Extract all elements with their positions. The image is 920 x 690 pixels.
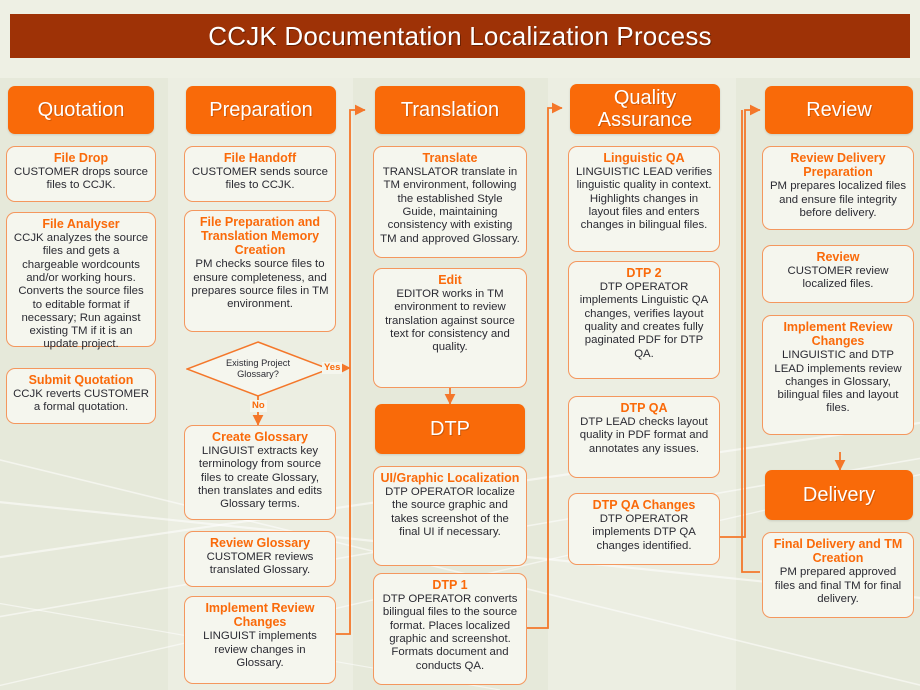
step-card-file-handoff[interactable]: File Handoff CUSTOMER sends source files… bbox=[184, 146, 336, 202]
card-body: PM prepared approved files and final TM … bbox=[774, 566, 902, 605]
card-heading: UI/Graphic Localization bbox=[380, 471, 520, 485]
step-card-final-delivery-tm-creation[interactable]: Final Delivery and TM Creation PM prepar… bbox=[762, 532, 914, 618]
diagram-canvas: CCJK Documentation Localization Process … bbox=[0, 0, 920, 690]
card-body: DTP LEAD checks layout quality in PDF fo… bbox=[579, 416, 709, 455]
card-body: TRANSLATOR translate in TM environment, … bbox=[380, 166, 520, 245]
card-heading: Translate bbox=[422, 151, 478, 165]
step-card-translate[interactable]: Translate TRANSLATOR translate in TM env… bbox=[373, 146, 527, 258]
card-body: CCJK reverts CUSTOMER a formal quotation… bbox=[13, 388, 149, 414]
decision-text: Existing Project Glossary? bbox=[186, 341, 330, 397]
edge-label-yes: Yes bbox=[322, 362, 343, 374]
card-heading: Create Glossary bbox=[212, 430, 308, 444]
card-heading: Implement Review Changes bbox=[783, 320, 893, 349]
phase-header-delivery[interactable]: Delivery bbox=[765, 470, 913, 520]
phase-label: Quotation bbox=[37, 98, 125, 121]
phase-label: DTP bbox=[430, 417, 470, 440]
step-card-implement-review-changes-review[interactable]: Implement Review Changes LINGUISTIC and … bbox=[762, 315, 914, 435]
card-body: CUSTOMER sends source files to CCJK. bbox=[192, 166, 328, 192]
phase-label: Translation bbox=[400, 98, 500, 121]
card-body: DTP OPERATOR implements Linguistic QA ch… bbox=[579, 281, 709, 360]
card-heading: DTP 2 bbox=[626, 266, 662, 280]
phase-label: Quality Assurance bbox=[597, 86, 693, 131]
card-body: LINGUIST implements review changes in Gl… bbox=[203, 630, 317, 669]
card-body: CUSTOMER drops source files to CCJK. bbox=[14, 166, 148, 192]
phase-label: Preparation bbox=[209, 98, 313, 121]
card-body: DTP OPERATOR implements DTP QA changes i… bbox=[592, 513, 696, 552]
step-card-dtp-qa-changes[interactable]: DTP QA Changes DTP OPERATOR implements D… bbox=[568, 493, 720, 565]
card-heading: File Analyser bbox=[42, 217, 120, 231]
step-card-dtp-2[interactable]: DTP 2 DTP OPERATOR implements Linguistic… bbox=[568, 261, 720, 379]
card-body: DTP OPERATOR converts bilingual files to… bbox=[382, 593, 518, 672]
step-card-file-preparation-tm-creation[interactable]: File Preparation and Translation Memory … bbox=[184, 210, 336, 332]
page-title: CCJK Documentation Localization Process bbox=[208, 20, 712, 51]
edge-label-no: No bbox=[250, 400, 267, 412]
card-heading: Review Glossary bbox=[209, 536, 311, 550]
card-heading: File Preparation and Translation Memory … bbox=[199, 215, 321, 258]
step-card-review[interactable]: Review CUSTOMER review localized files. bbox=[762, 245, 914, 303]
step-card-submit-quotation[interactable]: Submit Quotation CCJK reverts CUSTOMER a… bbox=[6, 368, 156, 424]
card-body: DTP OPERATOR localize the source graphic… bbox=[385, 486, 515, 538]
decision-line-1: Existing Project bbox=[225, 357, 291, 368]
card-heading: DTP 1 bbox=[432, 578, 468, 592]
phase-header-preparation[interactable]: Preparation bbox=[186, 86, 336, 134]
phase-label: Delivery bbox=[802, 483, 876, 506]
card-body: LINGUISTIC and DTP LEAD implements revie… bbox=[774, 349, 902, 415]
card-heading: Linguistic QA bbox=[603, 151, 685, 165]
card-body: LINGUIST extracts key terminology from s… bbox=[197, 445, 323, 511]
phase-label: Review bbox=[806, 98, 872, 121]
card-body: CCJK analyzes the source files and gets … bbox=[13, 232, 149, 351]
card-body: LINGUISTIC LEAD verifies linguistic qual… bbox=[575, 166, 713, 232]
step-card-ui-graphic-localization[interactable]: UI/Graphic Localization DTP OPERATOR loc… bbox=[373, 466, 527, 566]
step-card-review-delivery-preparation[interactable]: Review Delivery Preparation PM prepares … bbox=[762, 146, 914, 230]
card-heading: File Handoff bbox=[223, 151, 297, 165]
phase-header-quotation[interactable]: Quotation bbox=[8, 86, 154, 134]
card-body: CUSTOMER reviews translated Glossary. bbox=[206, 551, 314, 577]
diagram-title-bar: CCJK Documentation Localization Process bbox=[10, 14, 910, 58]
step-card-review-glossary[interactable]: Review Glossary CUSTOMER reviews transla… bbox=[184, 531, 336, 587]
phase-header-review[interactable]: Review bbox=[765, 86, 913, 134]
phase-header-translation[interactable]: Translation bbox=[375, 86, 525, 134]
phase-header-dtp[interactable]: DTP bbox=[375, 404, 525, 454]
step-card-dtp-1[interactable]: DTP 1 DTP OPERATOR converts bilingual fi… bbox=[373, 573, 527, 685]
card-body: CUSTOMER review localized files. bbox=[787, 265, 889, 291]
card-heading: DTP QA Changes bbox=[592, 498, 696, 512]
step-card-create-glossary[interactable]: Create Glossary LINGUIST extracts key te… bbox=[184, 425, 336, 520]
card-heading: File Drop bbox=[53, 151, 109, 165]
card-heading: Submit Quotation bbox=[28, 373, 134, 387]
step-card-file-analyser[interactable]: File Analyser CCJK analyzes the source f… bbox=[6, 212, 156, 350]
card-body: PM checks source files to ensure complet… bbox=[191, 258, 329, 311]
step-card-dtp-qa[interactable]: DTP QA DTP LEAD checks layout quality in… bbox=[568, 396, 720, 478]
decision-existing-project-glossary[interactable]: Existing Project Glossary? bbox=[184, 341, 332, 397]
card-heading: Edit bbox=[438, 273, 462, 287]
card-heading: Final Delivery and TM Creation bbox=[773, 537, 903, 566]
card-heading: Review Delivery Preparation bbox=[790, 151, 886, 180]
decision-line-2: Glossary? bbox=[237, 369, 279, 379]
step-card-file-drop[interactable]: File Drop CUSTOMER drops source files to… bbox=[6, 146, 156, 202]
card-body: EDITOR works in TM environment to review… bbox=[385, 288, 515, 354]
step-card-linguistic-qa[interactable]: Linguistic QA LINGUISTIC LEAD verifies l… bbox=[568, 146, 720, 252]
phase-header-quality-assurance[interactable]: Quality Assurance bbox=[570, 84, 720, 134]
step-card-implement-review-changes-prep[interactable]: Implement Review Changes LINGUIST implem… bbox=[184, 596, 336, 684]
card-heading: DTP QA bbox=[620, 401, 668, 415]
step-card-edit[interactable]: Edit EDITOR works in TM environment to r… bbox=[373, 268, 527, 388]
card-heading: Implement Review Changes bbox=[205, 601, 315, 630]
card-body: PM prepares localized files and ensure f… bbox=[769, 180, 907, 219]
card-heading: Review bbox=[816, 250, 860, 264]
